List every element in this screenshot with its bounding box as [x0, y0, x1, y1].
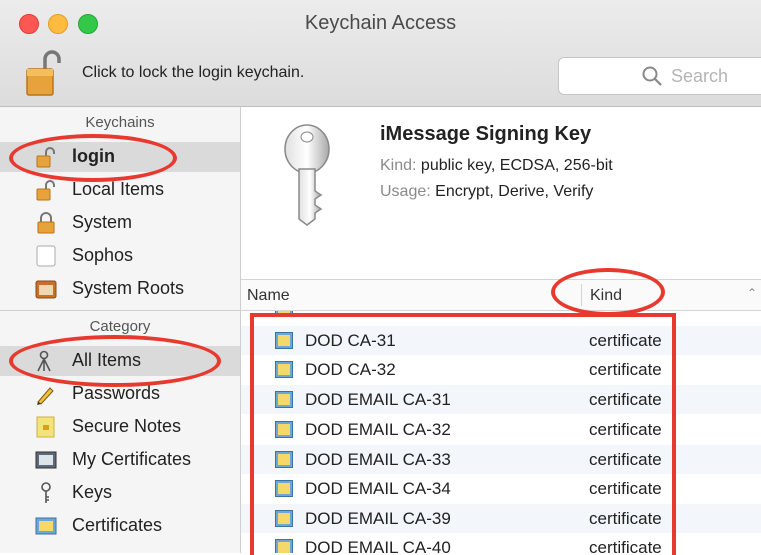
item-kind: Kind: public key, ECDSA, 256-bit — [380, 157, 613, 175]
sort-indicator-icon: ⌃ — [747, 286, 758, 300]
sidebar-item-label: Keys — [72, 482, 113, 502]
certificate-icon — [275, 361, 293, 378]
certificate-icon — [275, 332, 293, 349]
certificate-icon — [275, 311, 293, 316]
lock-keychain-label[interactable]: Click to lock the login keychain. — [82, 64, 304, 82]
column-separator[interactable] — [581, 284, 582, 306]
search-icon — [642, 66, 662, 86]
certificate-icon — [275, 391, 293, 408]
table-row[interactable]: DOD CA-31 certificate — [241, 326, 761, 355]
row-name: DOD EMAIL CA-39 — [305, 509, 451, 528]
column-header-kind[interactable]: Kind — [590, 287, 622, 305]
password-pencil-icon — [37, 387, 54, 405]
sidebar-item-keys[interactable]: Keys — [0, 478, 240, 508]
row-kind: certificate — [589, 360, 662, 379]
sidebar-item-passwords[interactable]: Passwords — [0, 379, 240, 409]
blank-keychain-icon — [36, 245, 56, 267]
sidebar-item-secure-notes[interactable]: Secure Notes — [0, 412, 240, 442]
certificate-icon — [275, 510, 293, 527]
sidebar-item-label: My Certificates — [72, 449, 192, 469]
table-row[interactable]: DOD EMAIL CA-34 certificate — [241, 474, 761, 503]
category-header: Category — [89, 318, 151, 335]
sidebar-item-my-certificates[interactable]: My Certificates — [0, 445, 240, 475]
sidebar-item-local-items[interactable]: Local Items — [0, 175, 240, 205]
row-kind: certificate — [589, 450, 662, 469]
row-name: DOD EMAIL CA-40 — [305, 538, 451, 553]
all-items-icon — [37, 350, 51, 372]
search-field[interactable]: Search — [558, 57, 761, 95]
sidebar-item-label: System — [72, 212, 133, 232]
sidebar-item-label: Passwords — [72, 383, 161, 403]
usage-value: Encrypt, Derive, Verify — [435, 183, 594, 200]
table-row[interactable]: DOD CA-32 certificate — [241, 355, 761, 384]
row-kind: certificate — [589, 331, 662, 350]
row-kind: certificate — [589, 420, 662, 439]
row-name: DOD CA-32 — [305, 360, 396, 379]
unlocked-padlock-icon — [36, 147, 55, 168]
unlocked-padlock-icon — [36, 180, 55, 201]
keychains-header: Keychains — [85, 114, 155, 131]
row-name: DOD CA-31 — [305, 331, 396, 350]
column-header-name[interactable]: Name — [247, 287, 290, 305]
certificate-icon — [275, 451, 293, 468]
locked-padlock-icon — [37, 212, 55, 234]
certificate-icon — [275, 539, 293, 553]
key-icon — [284, 124, 330, 226]
sidebar-item-label: Sophos — [72, 245, 134, 265]
sidebar-item-system[interactable]: System — [0, 208, 240, 238]
sidebar-item-login[interactable]: login — [0, 142, 240, 172]
row-name: DOD EMAIL CA-31 — [305, 390, 451, 409]
table-row[interactable] — [241, 311, 761, 322]
certificate-icon — [275, 421, 293, 438]
sidebar-item-label: Certificates — [72, 515, 163, 535]
sidebar-item-all-items[interactable]: All Items — [0, 346, 240, 376]
sidebar-item-label: login — [72, 146, 115, 166]
sidebar-divider — [0, 310, 240, 311]
table-row[interactable]: DOD EMAIL CA-40 certificate — [241, 533, 761, 553]
table-row[interactable]: DOD EMAIL CA-39 certificate — [241, 504, 761, 533]
secure-note-icon — [36, 416, 55, 438]
sidebar: Keychains login Local Items System Sopho… — [0, 107, 241, 553]
table-row[interactable]: DOD EMAIL CA-33 certificate — [241, 445, 761, 474]
items-table: DOD CA-31 certificate DOD CA-32 certific… — [241, 311, 761, 553]
key-icon — [41, 482, 51, 503]
certificate-icon — [275, 480, 293, 497]
table-row[interactable]: DOD EMAIL CA-32 certificate — [241, 415, 761, 444]
unlocked-padlock-icon[interactable] — [25, 47, 61, 97]
usage-label: Usage: — [380, 183, 431, 200]
row-name: DOD EMAIL CA-33 — [305, 450, 451, 469]
kind-value: public key, ECDSA, 256-bit — [420, 157, 613, 174]
sidebar-item-label: All Items — [72, 350, 142, 370]
sidebar-item-label: Local Items — [72, 179, 165, 199]
my-certificate-icon — [35, 451, 57, 469]
row-kind: certificate — [589, 390, 662, 409]
item-title: iMessage Signing Key — [380, 123, 592, 145]
row-kind: certificate — [589, 479, 662, 498]
sidebar-item-system-roots[interactable]: System Roots — [0, 274, 240, 304]
folder-keychain-icon — [35, 280, 57, 299]
search-placeholder: Search — [671, 66, 729, 86]
sidebar-item-label: Secure Notes — [72, 416, 182, 436]
window-titlebar: Keychain Access Click to lock the login … — [0, 0, 761, 107]
item-usage: Usage: Encrypt, Derive, Verify — [380, 183, 593, 201]
window-title: Keychain Access — [304, 12, 457, 34]
row-kind: certificate — [589, 509, 662, 528]
row-kind: certificate — [589, 538, 662, 553]
certificate-icon — [35, 517, 57, 535]
table-row[interactable]: DOD EMAIL CA-31 certificate — [241, 385, 761, 414]
row-name: DOD EMAIL CA-32 — [305, 420, 451, 439]
kind-label: Kind: — [380, 157, 417, 174]
detail-pane: iMessage Signing Key Kind: public key, E… — [241, 107, 761, 280]
sidebar-item-sophos[interactable]: Sophos — [0, 241, 240, 271]
sidebar-item-certificates[interactable]: Certificates — [0, 511, 240, 541]
sidebar-item-label: System Roots — [72, 278, 185, 298]
row-name: DOD EMAIL CA-34 — [305, 479, 451, 498]
table-header: Name Kind ⌃ — [241, 280, 761, 311]
